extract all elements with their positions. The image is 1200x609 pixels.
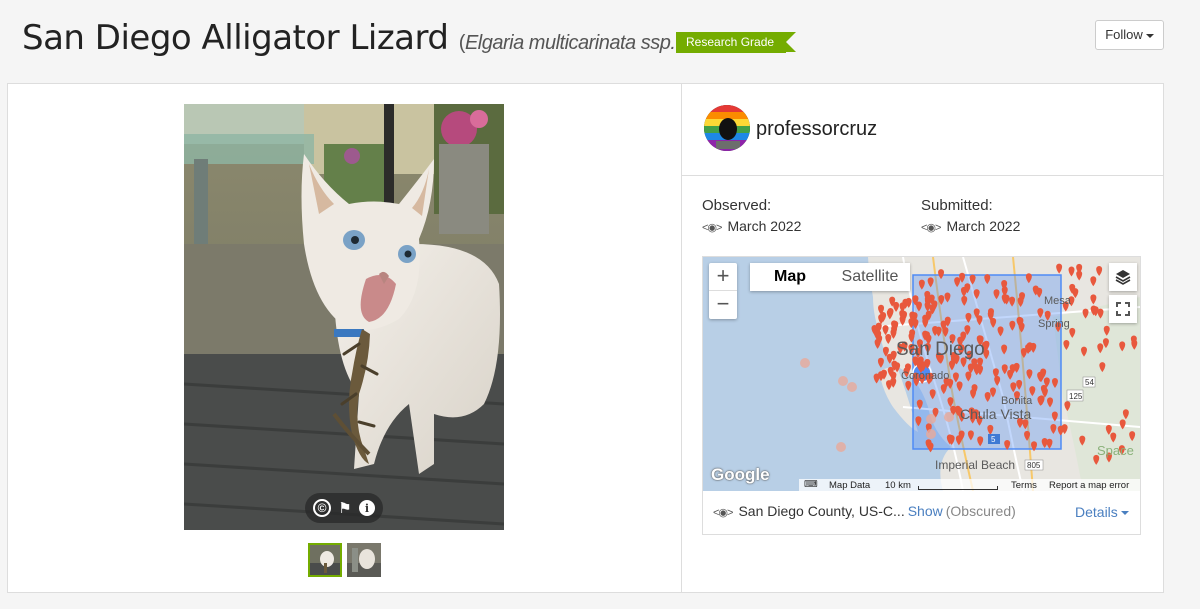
map-label-coronado: Coronado (901, 370, 949, 382)
username[interactable]: professorcruz (756, 118, 877, 141)
map-scale[interactable]: 10 km (885, 480, 911, 491)
layers-button[interactable] (1109, 263, 1137, 291)
layers-icon (1115, 270, 1131, 285)
report-map-error-link[interactable]: Report a map error (1049, 480, 1129, 491)
map-label-san-diego: San Diego (896, 339, 985, 360)
map-label-mesa: Mesa (1044, 295, 1072, 307)
location-text: <◉> San Diego County, US-C... Show (Obscure… (713, 503, 1016, 519)
road-shield-125: 125 (1069, 392, 1083, 401)
keyboard-icon[interactable]: ⌨ (804, 479, 818, 490)
zoom-controls: + − (709, 263, 737, 319)
observed-date-text: March 2022 (727, 218, 802, 234)
submitted-label: Submitted: (921, 197, 993, 214)
avatar[interactable] (704, 105, 750, 151)
map-canvas: San Diego Coronado Chula Vista Bonita Im… (703, 257, 1140, 491)
map-label-bonita: Bonita (1001, 395, 1033, 407)
observation-photo[interactable] (184, 104, 504, 530)
tab-satellite[interactable]: Satellite (830, 263, 910, 291)
map-label-spring: Spring (1038, 318, 1070, 330)
follow-button[interactable]: Follow (1095, 20, 1164, 50)
scale-bar (918, 486, 998, 490)
photo-thumbnail[interactable] (347, 543, 381, 577)
obscured-label: (Obscured) (945, 503, 1016, 519)
info-icon[interactable]: i (359, 500, 375, 516)
tab-map[interactable]: Map (750, 263, 830, 291)
map-label-space: Space (1097, 443, 1134, 458)
details-dropdown[interactable]: Details (1075, 504, 1129, 520)
submitted-date-text: March 2022 (946, 218, 1021, 234)
eye-icon: <◉> (702, 222, 722, 234)
map-label-imperial-beach: Imperial Beach (935, 458, 1015, 472)
show-location-link[interactable]: Show (908, 503, 943, 519)
fullscreen-button[interactable] (1109, 295, 1137, 323)
common-name: San Diego Alligator Lizard (22, 18, 449, 58)
observation-header: San Diego Alligator Lizard (Elgaria mult… (0, 0, 1200, 82)
zoom-in-button[interactable]: + (709, 263, 737, 291)
thumbnail-image (347, 543, 381, 577)
eye-icon: <◉> (921, 222, 941, 234)
submitted-date: <◉> March 2022 (921, 218, 1020, 234)
road-shield-54: 54 (1085, 378, 1094, 387)
photo-controls: © ⚑ i (305, 493, 383, 523)
observation-map[interactable]: San Diego Coronado Chula Vista Bonita Im… (703, 257, 1140, 491)
observed-label: Observed: (702, 197, 772, 214)
observer-row: professorcruz (682, 84, 1163, 176)
map-footer: ⌨ Map Data 10 km Terms Report a map erro… (703, 479, 1140, 491)
terms-link[interactable]: Terms (1011, 480, 1037, 491)
copyright-icon[interactable]: © (313, 499, 331, 517)
eye-icon: <◉> (713, 507, 733, 519)
observed-date: <◉> March 2022 (702, 218, 801, 234)
map-data-link[interactable]: Map Data (829, 480, 870, 491)
research-grade-badge: Research Grade (676, 32, 797, 53)
fullscreen-icon (1116, 302, 1130, 316)
photo-illustration (184, 104, 504, 530)
photo-thumbnail[interactable] (308, 543, 342, 577)
details-label: Details (1075, 504, 1118, 520)
thumbnail-image (310, 545, 340, 575)
avatar-image (704, 105, 750, 151)
road-shield-5: 5 (991, 435, 996, 444)
map-type-control: Map Satellite (750, 263, 910, 291)
location-row: <◉> San Diego County, US-C... Show (Obscure… (703, 491, 1140, 534)
flag-icon[interactable]: ⚑ (335, 498, 355, 518)
follow-label: Follow (1105, 27, 1143, 42)
map-label-chula-vista: Chula Vista (960, 406, 1032, 422)
map-container: San Diego Coronado Chula Vista Bonita Im… (702, 256, 1141, 535)
chevron-down-icon (1145, 33, 1154, 38)
road-shield-805: 805 (1027, 461, 1041, 470)
chevron-down-icon (1120, 511, 1129, 516)
zoom-out-button[interactable]: − (709, 291, 737, 319)
page-title: San Diego Alligator Lizard (Elgaria mult… (22, 18, 741, 58)
location-name: San Diego County, US-C... (738, 503, 905, 519)
